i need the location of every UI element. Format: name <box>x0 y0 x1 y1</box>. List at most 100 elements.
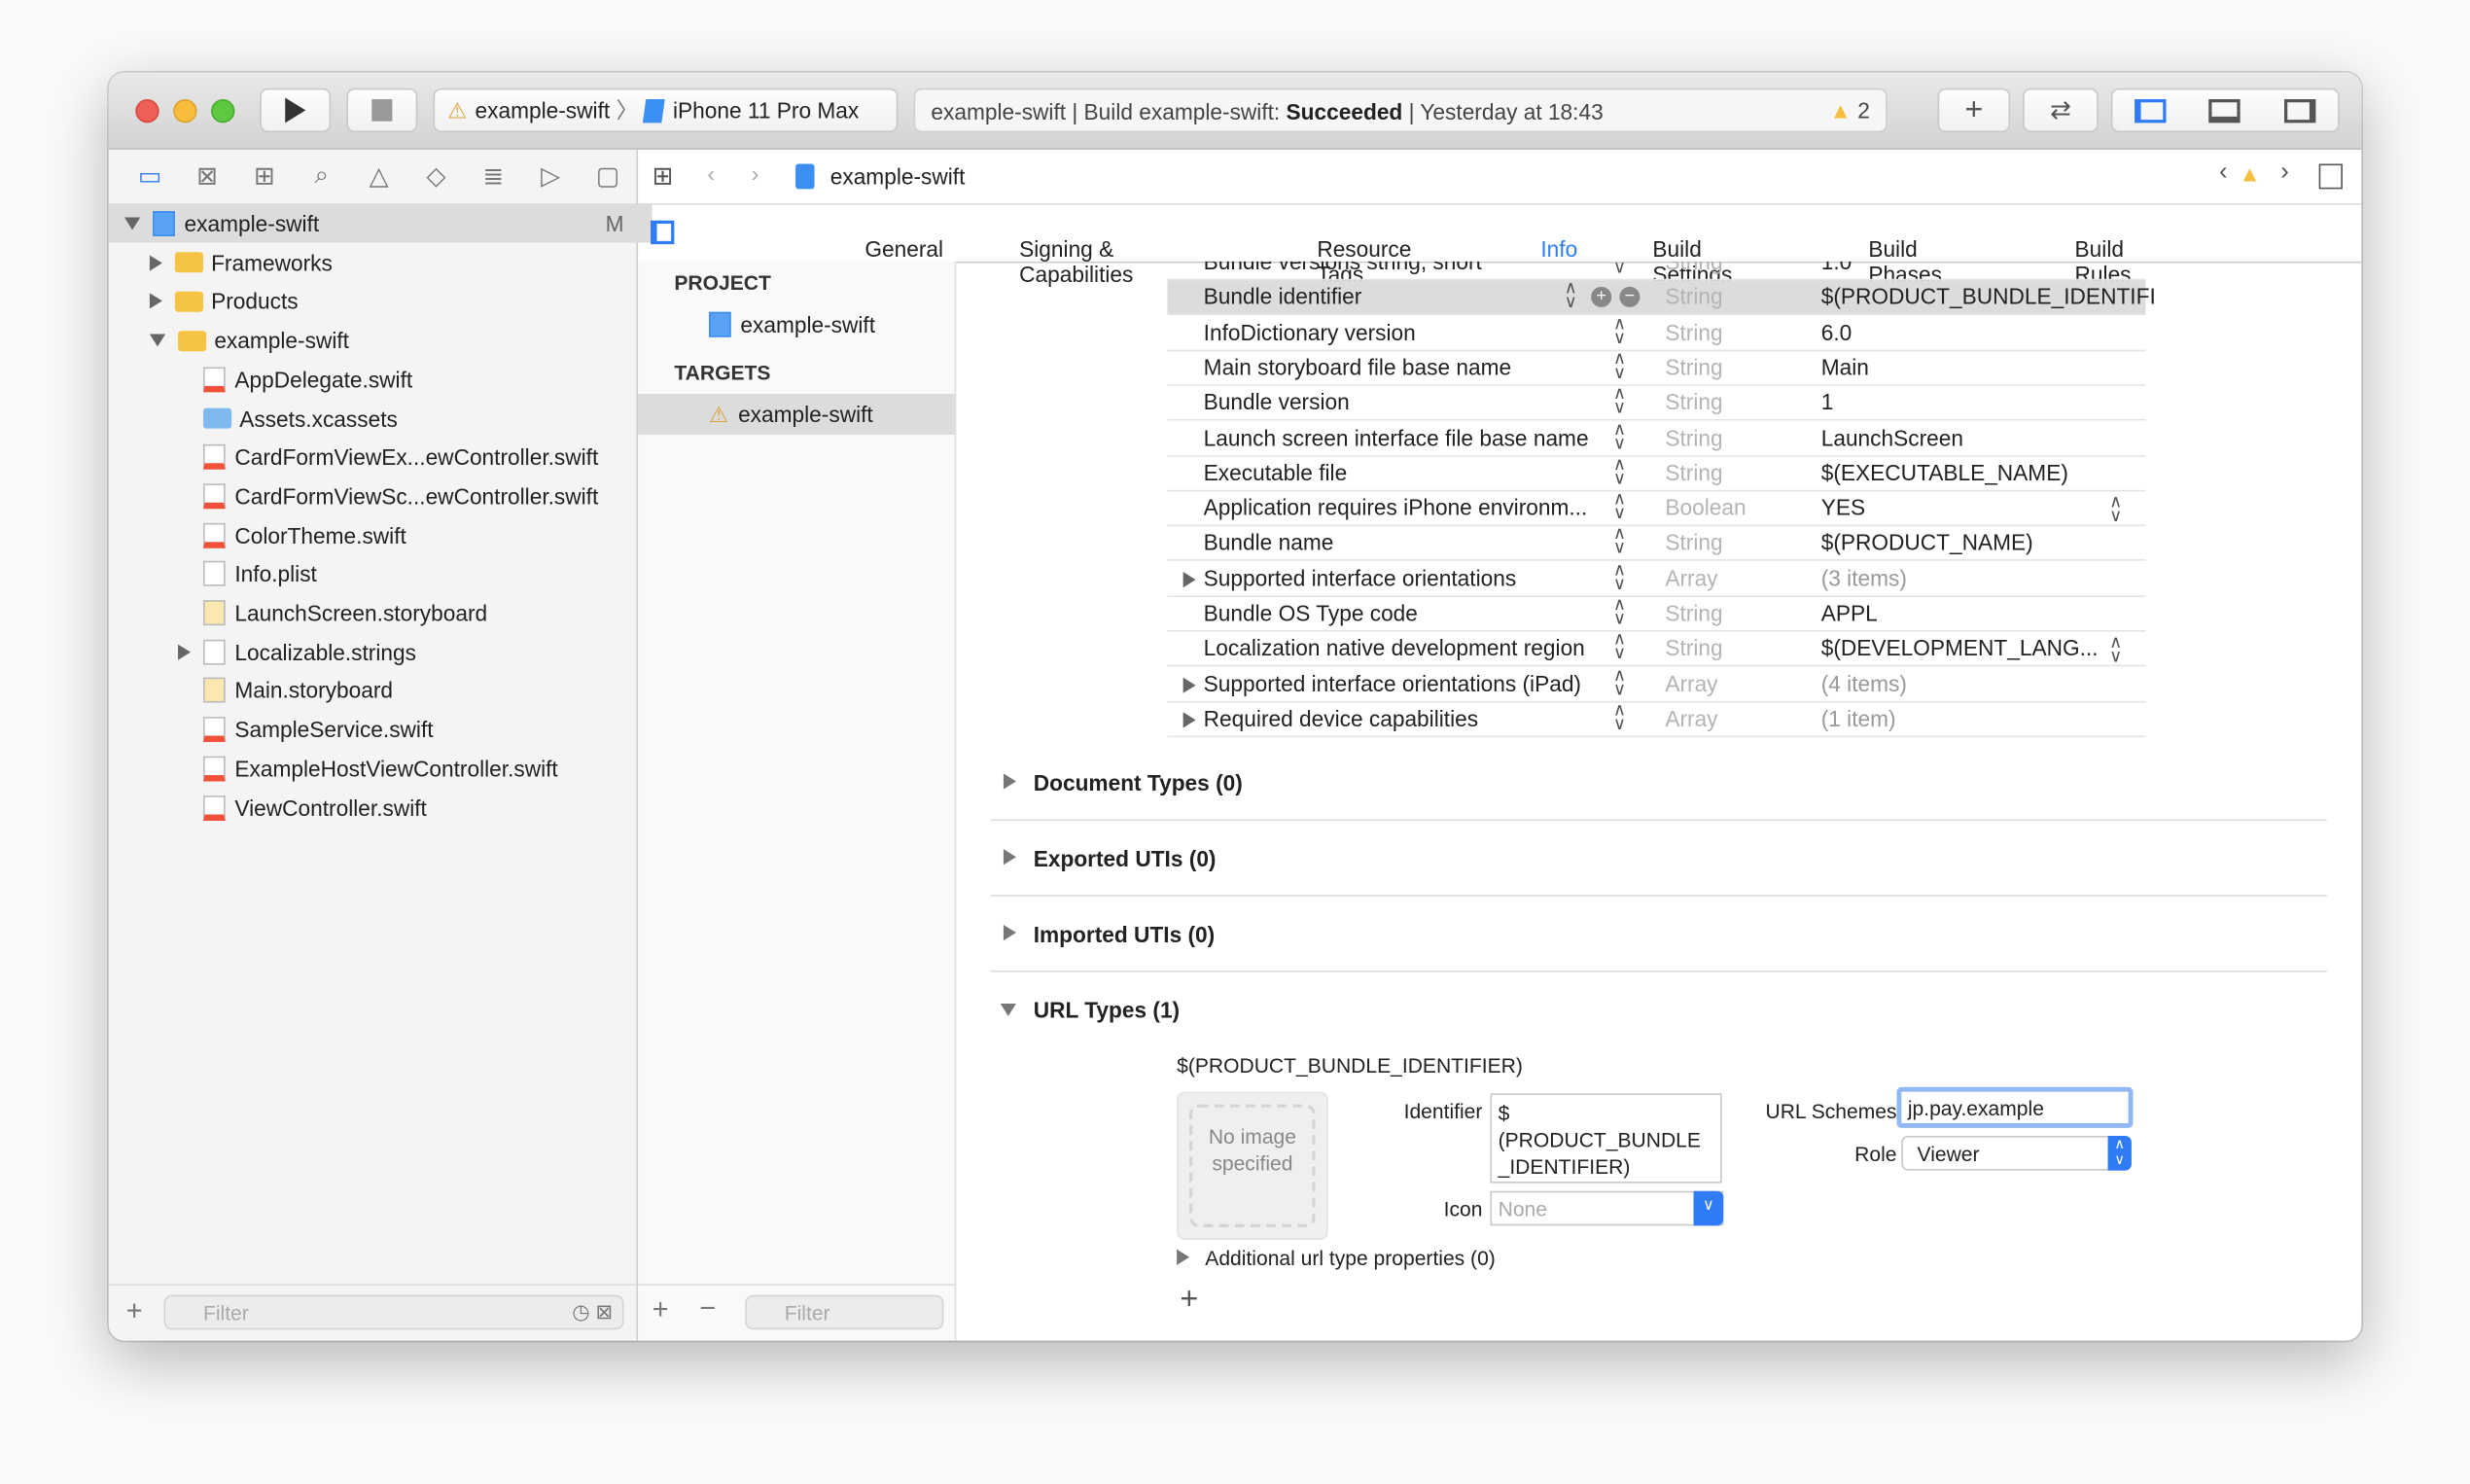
plist-value[interactable]: YES <box>1821 495 1865 520</box>
updown-chevron-icon[interactable]: ∧∨ <box>1613 702 1626 733</box>
inspector-toggle-icon[interactable] <box>2284 98 2316 123</box>
report-icon[interactable]: ▢ <box>580 160 637 192</box>
updown-chevron-icon[interactable]: ∧∨ <box>1613 315 1626 346</box>
scheme-selector[interactable]: ⚠ example-swift 〉 iPhone 11 Pro Max <box>433 88 899 133</box>
plist-row[interactable]: Required device capabilities ∧ ∨ Array (1 it… <box>1167 702 2146 737</box>
target-item[interactable]: ⚠ example-swift <box>638 394 955 436</box>
navigator-item[interactable]: Localizable.strings <box>109 633 706 671</box>
warning-icon[interactable]: ▲ <box>2239 160 2260 186</box>
additional-properties-disclosure[interactable]: Additional url type properties (0) <box>1177 1246 1496 1270</box>
zoom-button[interactable] <box>211 99 235 124</box>
updown-chevron-icon[interactable]: ∧∨ <box>1613 350 1626 381</box>
navigator-item[interactable]: ViewController.swift <box>109 789 706 827</box>
navigator-toggle-icon[interactable] <box>2134 98 2167 123</box>
navigator-item[interactable]: CardFormViewEx...ewController.swift <box>109 439 706 477</box>
navigator-item[interactable]: example-swift M <box>108 204 653 243</box>
library-button[interactable]: + <box>1937 88 2011 133</box>
updown-chevron-icon[interactable]: ∧∨ <box>1613 631 1626 662</box>
warnings-badge[interactable]: ▲ 2 <box>1830 97 1870 123</box>
plist-value[interactable]: Main <box>1821 354 1869 379</box>
icon-well[interactable]: No image specified <box>1177 1091 1328 1240</box>
plist-row[interactable]: Launch screen interface file base name ∧ ∨… <box>1167 421 2146 456</box>
identifier-field[interactable]: $ (PRODUCT_BUNDLE _IDENTIFIER) <box>1490 1093 1722 1184</box>
disclosure-closed-icon[interactable] <box>1182 676 1196 693</box>
imported-utis-section[interactable]: Imported UTIs (0) <box>990 895 2327 972</box>
plist-row[interactable]: Bundle version ∧ ∨ String 1 <box>1167 385 2146 421</box>
close-button[interactable] <box>135 99 159 124</box>
hierarchy-icon[interactable]: ⊞ <box>235 160 293 192</box>
navigator-item[interactable]: Info.plistM <box>109 555 706 593</box>
disclosure-open-icon[interactable] <box>149 334 166 347</box>
hide-targets-icon[interactable] <box>651 220 675 245</box>
forward-icon[interactable]: › <box>752 160 759 186</box>
plist-row[interactable]: Supported interface orientations (iPad) ∧… <box>1167 666 2146 702</box>
updown-chevron-icon[interactable]: ∧∨ <box>1613 666 1626 697</box>
plist-value[interactable]: $(PRODUCT_NAME) <box>1821 530 2033 555</box>
updown-chevron-icon[interactable]: ∧∨ <box>1613 561 1626 592</box>
navigator-item[interactable]: Products <box>109 283 678 321</box>
updown-chevron-icon[interactable]: ∧∨ <box>2109 494 2122 525</box>
plist-value[interactable]: LaunchScreen <box>1821 425 1963 450</box>
back-icon[interactable]: ‹ <box>707 160 715 186</box>
disclosure-closed-icon[interactable] <box>149 254 162 271</box>
navigator-item[interactable]: Main.storyboard <box>109 672 706 710</box>
updown-chevron-icon[interactable]: ∧∨ <box>1613 526 1626 557</box>
debug-icon[interactable]: ≣ <box>465 160 522 192</box>
icon-dropdown[interactable]: None ∨ <box>1490 1190 1724 1226</box>
next-issue-icon[interactable]: › <box>2280 159 2289 188</box>
role-dropdown[interactable]: Viewer ∧ ∨ <box>1901 1136 2132 1171</box>
run-button[interactable] <box>260 88 332 133</box>
plist-row[interactable]: Bundle versions string, short ∧∨ String 1.0 <box>1167 262 2146 281</box>
plist-row[interactable]: Bundle OS Type code ∧ ∨ String APPL <box>1167 596 2146 632</box>
plist-value[interactable]: 1.0 <box>1821 262 1852 274</box>
document-types-section[interactable]: Document Types (0) <box>990 744 2327 822</box>
search-icon[interactable]: ⌕ <box>293 162 350 191</box>
plist-row[interactable]: Bundle identifier ∧ ∨ + − String $(PRODUCT_BUN… <box>1167 280 2156 316</box>
add-url-type-icon[interactable]: + <box>1180 1283 1198 1319</box>
navigator-filter-input[interactable]: Filter ◷ ⊠ <box>163 1294 624 1330</box>
stop-button[interactable] <box>346 88 418 133</box>
related-items-icon[interactable]: ⊞ <box>653 160 674 192</box>
targets-filter-input[interactable]: Filter <box>745 1294 944 1330</box>
plist-value[interactable]: (3 items) <box>1821 565 1907 590</box>
tab-info[interactable]: Info <box>1540 236 1577 262</box>
plist-value[interactable]: $(DEVELOPMENT_LANG... <box>1821 635 2099 660</box>
minimize-button[interactable] <box>173 99 197 124</box>
plist-value[interactable]: $(PRODUCT_BUNDLE_IDENTIFI <box>1821 284 2156 309</box>
remove-row-icon[interactable]: − <box>1619 287 1641 308</box>
plist-row[interactable]: Bundle name ∧ ∨ String $(PRODUCT_NAME) <box>1167 526 2146 562</box>
updown-chevron-icon[interactable]: ∧∨ <box>2109 635 2122 666</box>
navigator-item[interactable]: ColorTheme.swift <box>109 516 706 554</box>
add-row-icon[interactable]: + <box>1591 287 1612 308</box>
url-schemes-field[interactable]: jp.pay.example <box>1896 1086 2134 1128</box>
plist-value[interactable]: (1 item) <box>1821 706 1896 731</box>
tab-general[interactable]: General <box>864 236 943 262</box>
navigator-item[interactable]: SampleService.swift <box>109 711 706 749</box>
disclosure-closed-icon[interactable] <box>1182 712 1196 728</box>
disclosure-closed-icon[interactable] <box>178 644 192 660</box>
plist-row[interactable]: Application requires iPhone environm... ∧… <box>1167 491 2146 527</box>
test-icon[interactable]: ◇ <box>407 160 465 192</box>
plist-row[interactable]: Localization native development region ∧ ∨… <box>1167 631 2146 667</box>
updown-chevron-icon[interactable]: ∧∨ <box>1613 421 1626 452</box>
plist-value[interactable]: 6.0 <box>1821 319 1852 344</box>
disclosure-closed-icon[interactable] <box>1182 571 1196 587</box>
add-target-icon[interactable]: + <box>653 1293 669 1326</box>
url-types-section[interactable]: URL Types (1) <box>991 971 2327 1046</box>
source-control-icon[interactable]: ⊠ <box>179 160 236 192</box>
folder-icon[interactable]: ▭ <box>122 160 179 192</box>
plist-value[interactable]: (4 items) <box>1821 670 1907 695</box>
navigator-item[interactable]: Assets.xcassets <box>109 400 706 438</box>
navigator-item[interactable]: Frameworks <box>109 244 678 282</box>
updown-chevron-icon[interactable]: ∧∨ <box>1613 491 1626 522</box>
disclosure-closed-icon[interactable] <box>149 293 162 310</box>
project-item[interactable]: example-swift <box>638 304 955 345</box>
remove-target-icon[interactable]: − <box>699 1291 716 1325</box>
add-icon[interactable]: + <box>126 1295 143 1328</box>
plist-value[interactable]: APPL <box>1821 600 1878 625</box>
navigator-item[interactable]: AppDelegate.swift <box>109 361 706 399</box>
disclosure-open-icon[interactable] <box>124 217 141 230</box>
updown-chevron-icon[interactable]: ∧∨ <box>1613 385 1626 416</box>
plist-value[interactable]: 1 <box>1821 389 1834 414</box>
plist-row[interactable]: Supported interface orientations ∧ ∨ Array (… <box>1167 561 2146 597</box>
